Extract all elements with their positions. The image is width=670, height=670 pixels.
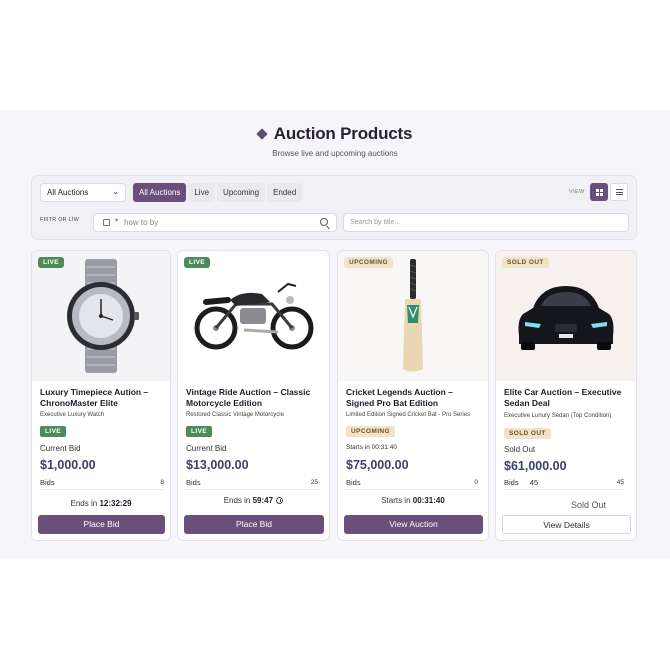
place-bid-button[interactable]: Place Bid <box>184 515 324 534</box>
page-header: Auction Products Browse live and upcomin… <box>0 124 670 158</box>
countdown: Starts in 00:31:40 <box>338 496 488 505</box>
status-tag: LIVE <box>40 426 67 437</box>
card-subtitle: Executive Lunury Sedan (Top Condition) <box>504 413 612 419</box>
chevron-down-icon: ⌄ <box>112 187 119 196</box>
filter-label: FIIITR OR LIW <box>40 217 79 223</box>
watch-icon <box>67 259 139 373</box>
view-details-button[interactable]: View Details <box>502 515 631 534</box>
status-tag: SOLD OUT <box>504 428 551 439</box>
page-title: Auction Products <box>273 124 413 143</box>
starts-in-label: Starts in 00:31:40 <box>346 444 397 451</box>
sold-out-text: Sold Out <box>570 500 606 510</box>
countdown-prefix: Ends in <box>70 499 98 508</box>
status-badge: LIVE <box>38 257 65 268</box>
current-bid-label: Current Bid <box>186 444 227 453</box>
place-bid-button[interactable]: Place Bid <box>38 515 165 534</box>
car-image[interactable] <box>496 251 636 381</box>
diamond-icon <box>256 128 268 140</box>
list-view-button[interactable] <box>610 183 628 201</box>
filter-placeholder: how to by <box>124 218 159 227</box>
product-card: LIVE Luxury Timepiece Aution – ChronoMas… <box>31 250 171 541</box>
current-bid-price: $1,000.00 <box>40 458 96 472</box>
status-badge: SOLD OUT <box>502 257 549 268</box>
countdown-prefix: Ends in <box>223 496 251 505</box>
bids-count: 25 <box>310 479 318 486</box>
checkbox-icon[interactable] <box>103 219 110 226</box>
product-card: SOLD OUT Elite Car Auction – Executive S… <box>495 250 637 541</box>
cricket-bat-icon <box>403 259 423 372</box>
car-icon <box>518 286 614 350</box>
product-card: UPCOMING Cricket Legends Auction – Signe… <box>337 250 489 541</box>
current-bid-label: Current Bid <box>40 444 81 453</box>
motorcycle-icon <box>194 282 313 350</box>
filter-toolbar: All Auctions ⌄ All Auctions Live Upcomin… <box>31 175 637 240</box>
status-tabs: All Auctions Live Upcoming Ended <box>133 183 303 202</box>
bids-label: Bids <box>186 478 201 487</box>
product-card: LIVE Vintage Ride Auction – Classic Moto… <box>177 250 330 541</box>
tab-ended[interactable]: Ended <box>267 183 303 202</box>
status-tag: UPCOMING <box>346 426 395 437</box>
title-search-input[interactable]: Search by title... <box>343 213 629 232</box>
countdown: Ends in 59:47 <box>178 496 329 505</box>
current-bid-price: $75,000.00 <box>346 458 409 472</box>
bids-row: Bids 8 <box>40 478 164 490</box>
tab-all-auctions[interactable]: All Auctions <box>133 183 187 202</box>
auction-type-select[interactable]: All Auctions ⌄ <box>40 183 126 202</box>
card-title[interactable]: Vintage Ride Auction – Classic Motorcycl… <box>186 387 321 409</box>
clock-icon <box>276 497 284 504</box>
bids-count: 8 <box>160 479 164 486</box>
grid-view-button[interactable] <box>590 183 608 201</box>
status-tag: LIVE <box>186 426 213 437</box>
card-subtitle: Executive Luxury Watch <box>40 412 105 418</box>
bids-row: Bids 25 <box>186 478 318 490</box>
search-icon[interactable] <box>320 218 328 226</box>
card-title[interactable]: Cricket Legends Auction – Signed Pro Bat… <box>346 387 481 409</box>
select-value: All Auctions <box>47 188 89 197</box>
card-subtitle: Limited Edition Signed Cricket Bat - Pro… <box>346 412 471 418</box>
card-title[interactable]: Elite Car Auction – Executive Sedan Deal <box>504 387 629 409</box>
bids-inline-count: 45 <box>529 478 539 487</box>
card-subtitle: Restored Classic Vintage Motorcycle <box>186 412 284 418</box>
motorcycle-image[interactable] <box>178 251 329 381</box>
final-price: $61,000.00 <box>504 459 567 473</box>
tab-upcoming[interactable]: Upcoming <box>217 183 266 202</box>
current-bid-price: $13,000.00 <box>186 458 249 472</box>
bids-label: Bids <box>504 478 519 487</box>
bids-label: Bids <box>346 478 361 487</box>
filter-input[interactable]: ▾ how to by <box>93 213 337 232</box>
grid-icon <box>595 188 603 196</box>
countdown-value: 59:47 <box>252 496 274 505</box>
list-icon <box>615 189 623 195</box>
bids-label: Bids <box>40 478 55 487</box>
view-label: VIEW <box>569 189 585 195</box>
bids-row: Bids 45 45 <box>504 478 624 490</box>
view-auction-button[interactable]: View Auction <box>344 515 483 534</box>
tab-live[interactable]: Live <box>188 183 216 202</box>
countdown-prefix: Starts in <box>381 496 411 505</box>
caret-down-icon: ▾ <box>115 218 119 224</box>
watch-image[interactable] <box>32 251 170 381</box>
countdown-value: 00:31:40 <box>412 496 445 505</box>
bids-count: 45 <box>616 479 624 486</box>
sold-out-label: Sold Out <box>504 445 536 454</box>
bids-count: 0 <box>474 479 478 486</box>
countdown-value: 12:32:29 <box>99 499 132 508</box>
page-subtitle: Browse live and upcoming auctions <box>272 149 398 158</box>
bids-row: Bids 0 <box>346 478 478 490</box>
status-badge: UPCOMING <box>344 257 393 268</box>
card-title[interactable]: Luxury Timepiece Aution – ChronoMaster E… <box>40 387 165 409</box>
countdown: Ends in 12:32:29 <box>32 499 170 508</box>
status-badge: LIVE <box>184 257 211 268</box>
cricket-bat-image[interactable] <box>338 251 488 381</box>
